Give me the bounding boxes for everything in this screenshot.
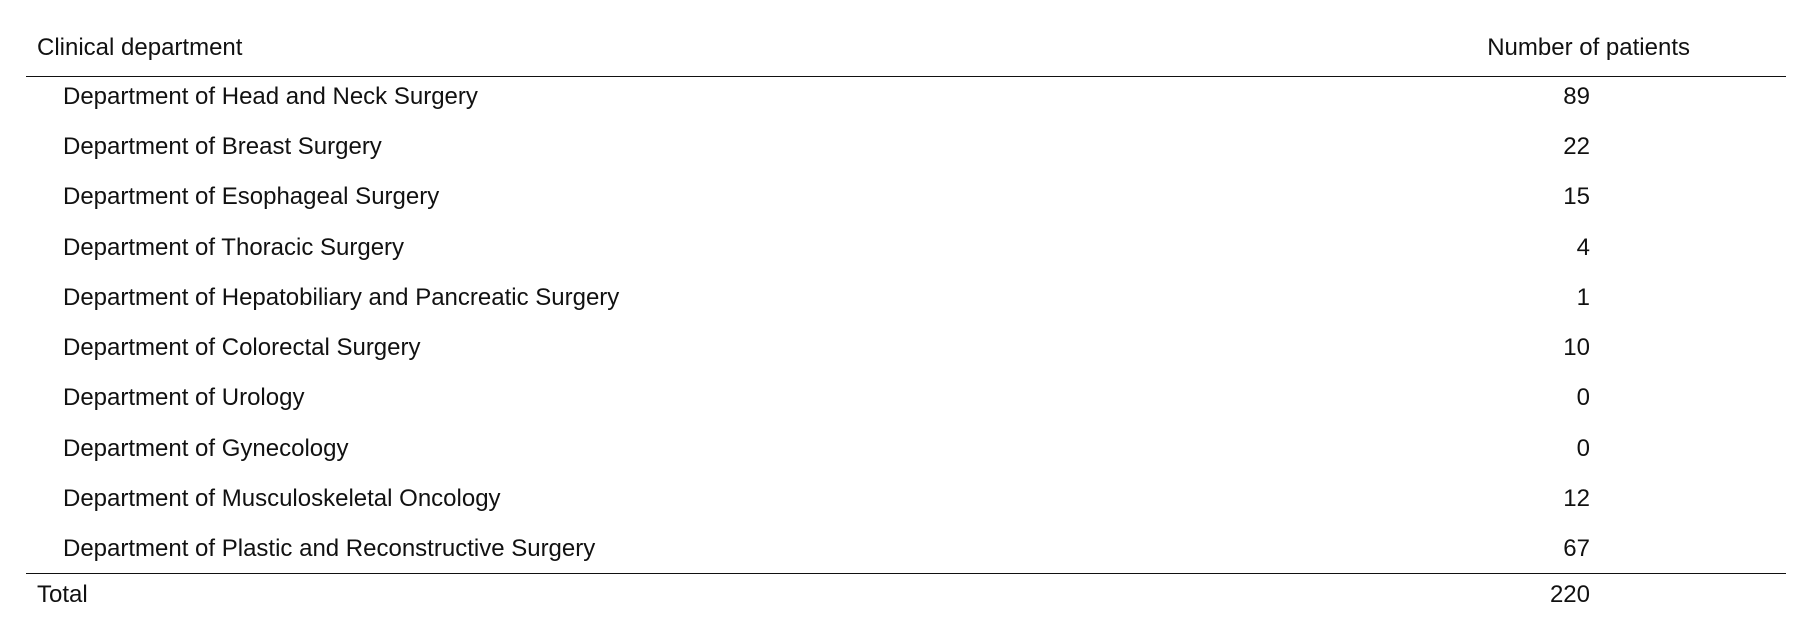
table-row: Department of Gynecology 0 — [26, 424, 1786, 474]
department-name: Department of Colorectal Surgery — [63, 334, 421, 361]
department-name: Department of Thoracic Surgery — [63, 234, 405, 261]
table-row: Department of Esophageal Surgery 15 — [26, 172, 1786, 222]
patient-count: 1 — [1576, 284, 1590, 311]
department-name: Department of Musculoskeletal Oncology — [63, 485, 501, 512]
patient-count: 0 — [1576, 435, 1590, 462]
patient-count: 0 — [1576, 384, 1590, 411]
patient-count: 15 — [1563, 183, 1590, 210]
department-name: Department of Head and Neck Surgery — [63, 83, 478, 110]
total-row: Total 220 — [26, 570, 1786, 620]
total-label: Total — [37, 581, 88, 608]
table-row: Department of Musculoskeletal Oncology 1… — [26, 474, 1786, 524]
department-name: Department of Breast Surgery — [63, 133, 382, 160]
department-name: Department of Urology — [63, 384, 305, 411]
column-header-number-of-patients: Number of patients — [1487, 34, 1690, 61]
table-row: Department of Head and Neck Surgery 89 — [26, 72, 1786, 122]
patient-count: 4 — [1576, 234, 1590, 261]
column-header-clinical-department: Clinical department — [37, 34, 243, 61]
department-name: Department of Esophageal Surgery — [63, 183, 440, 210]
patient-count: 12 — [1563, 485, 1590, 512]
table-row: Department of Urology 0 — [26, 373, 1786, 423]
patient-count: 10 — [1563, 334, 1590, 361]
table-row: Department of Thoracic Surgery 4 — [26, 223, 1786, 273]
table-row: Department of Plastic and Reconstructive… — [26, 524, 1786, 574]
table-header-row: Clinical department Number of patients — [26, 23, 1786, 73]
department-name: Department of Gynecology — [63, 435, 349, 462]
department-name: Department of Plastic and Reconstructive… — [63, 535, 596, 562]
patient-count: 67 — [1563, 535, 1590, 562]
table-row: Department of Breast Surgery 22 — [26, 122, 1786, 172]
patient-count: 22 — [1563, 133, 1590, 160]
total-patient-count: 220 — [1549, 581, 1590, 608]
department-name: Department of Hepatobiliary and Pancreat… — [63, 284, 620, 311]
table-row: Department of Colorectal Surgery 10 — [26, 323, 1786, 373]
patient-count: 89 — [1563, 83, 1590, 110]
table-row: Department of Hepatobiliary and Pancreat… — [26, 273, 1786, 323]
